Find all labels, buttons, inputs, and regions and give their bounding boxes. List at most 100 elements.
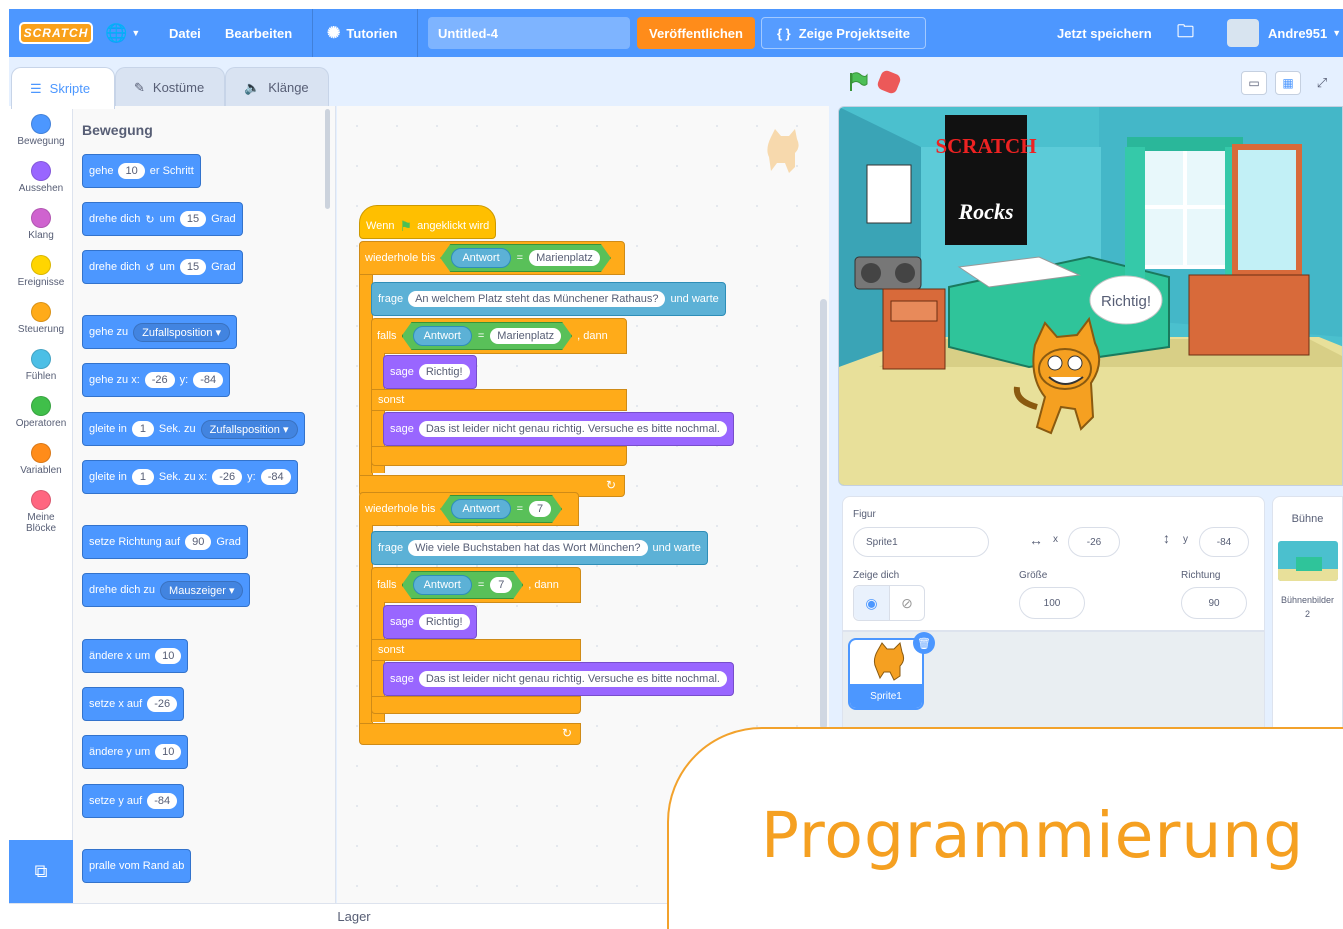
show-visible-button[interactable]: ◉ bbox=[854, 586, 889, 620]
answer-reporter[interactable]: Antwort bbox=[413, 575, 472, 595]
size-input[interactable]: 100 bbox=[1019, 587, 1085, 619]
block-input[interactable]: -26 bbox=[212, 469, 243, 485]
block-input[interactable]: An welchem Platz steht das Münchener Rat… bbox=[408, 291, 666, 307]
tab-costumes[interactable]: ✎ Kostüme bbox=[115, 67, 225, 107]
fullscreen-button[interactable]: ⤢ bbox=[1309, 71, 1335, 95]
block-input[interactable]: 10 bbox=[118, 163, 145, 179]
stage[interactable]: SCRATCH Rocks Richtig! bbox=[838, 106, 1343, 486]
block-input[interactable]: 7 bbox=[490, 577, 512, 593]
block-input[interactable]: 10 bbox=[155, 648, 182, 664]
block-dropdown[interactable]: Mauszeiger ▾ bbox=[160, 580, 244, 600]
block-move-steps[interactable]: gehe 10 er Schritt bbox=[82, 154, 201, 188]
answer-reporter[interactable]: Antwort bbox=[451, 248, 510, 268]
block-input[interactable]: Marienplatz bbox=[490, 328, 561, 344]
direction-input[interactable]: 90 bbox=[1181, 587, 1247, 619]
add-extension-button[interactable]: ⧉ bbox=[9, 840, 73, 903]
palette-scrollbar[interactable] bbox=[325, 109, 330, 209]
block-set-y[interactable]: setze y auf -84 bbox=[82, 784, 185, 818]
block-input[interactable]: Das ist leider nicht genau richtig. Vers… bbox=[418, 421, 727, 437]
block-glide-xy[interactable]: gleite in 1 Sek. zu x: -26 y: -84 bbox=[82, 460, 298, 494]
folder-icon[interactable]: 🗀 bbox=[1177, 9, 1194, 57]
block-input[interactable]: 10 bbox=[155, 744, 182, 760]
category-sound[interactable]: Klang bbox=[9, 208, 73, 241]
block-dropdown[interactable]: Zufallsposition ▾ bbox=[200, 419, 298, 439]
avatar[interactable] bbox=[1227, 19, 1259, 47]
block-input[interactable]: 7 bbox=[529, 501, 551, 517]
scratch-logo[interactable]: SCRATCH bbox=[19, 22, 93, 44]
delete-sprite-button[interactable]: 🗑 bbox=[913, 632, 935, 654]
block-bounce[interactable]: pralle vom Rand ab bbox=[82, 849, 192, 883]
block-input[interactable]: Marienplatz bbox=[529, 250, 600, 266]
answer-reporter[interactable]: Antwort bbox=[451, 499, 510, 519]
category-looks[interactable]: Aussehen bbox=[9, 161, 73, 194]
language-menu[interactable]: 🌐 ▼ bbox=[105, 9, 140, 57]
block-equals-operator[interactable]: Antwort = 7 bbox=[440, 495, 562, 523]
project-title-input[interactable]: Untitled-4 bbox=[428, 17, 630, 49]
block-input[interactable]: 90 bbox=[185, 534, 212, 550]
block-input[interactable]: Wie viele Buchstaben hat das Wort Münche… bbox=[408, 540, 648, 556]
stop-button[interactable] bbox=[875, 68, 903, 96]
see-project-page-button[interactable]: { } Zeige Projektseite bbox=[761, 17, 926, 49]
block-equals-operator[interactable]: Antwort = Marienplatz bbox=[440, 244, 611, 272]
block-set-x[interactable]: setze x auf -26 bbox=[82, 687, 185, 721]
block-input[interactable]: -26 bbox=[147, 696, 178, 712]
tutorials-button[interactable]: ✺ Tutorien bbox=[327, 9, 397, 57]
block-goto-xy[interactable]: gehe zu x: -26 y: -84 bbox=[82, 363, 231, 397]
block-say[interactable]: sage Richtig! bbox=[383, 355, 477, 389]
tab-scripts[interactable]: ☰ Skripte bbox=[11, 67, 115, 109]
block-turn-left[interactable]: drehe dich ↺ um 15 Grad bbox=[82, 250, 243, 284]
y-input[interactable]: -84 bbox=[1199, 527, 1249, 557]
small-stage-button[interactable]: ▭ bbox=[1241, 71, 1267, 95]
category-motion[interactable]: Bewegung bbox=[9, 114, 73, 147]
block-point-towards[interactable]: drehe dich zu Mauszeiger ▾ bbox=[82, 573, 251, 607]
answer-reporter[interactable]: Antwort bbox=[413, 326, 472, 346]
block-input[interactable]: 15 bbox=[179, 211, 207, 227]
sprite-tile[interactable]: Sprite1 bbox=[848, 638, 924, 710]
block-input[interactable]: -26 bbox=[144, 372, 175, 388]
backpack-bar[interactable]: Lager bbox=[9, 903, 699, 929]
block-equals-operator[interactable]: Antwort = 7 bbox=[402, 571, 524, 599]
block-input[interactable]: 1 bbox=[131, 421, 154, 437]
block-input[interactable]: -84 bbox=[147, 793, 178, 809]
x-input[interactable]: -26 bbox=[1068, 527, 1120, 557]
block-goto[interactable]: gehe zu Zufallsposition ▾ bbox=[82, 315, 238, 349]
block-input[interactable]: 15 bbox=[179, 259, 207, 275]
large-stage-button[interactable]: ▦ bbox=[1275, 71, 1301, 95]
category-variables[interactable]: Variablen bbox=[9, 443, 73, 476]
file-menu[interactable]: Datei bbox=[169, 9, 201, 57]
sprite-name-input[interactable]: Sprite1 bbox=[853, 527, 989, 557]
category-operators[interactable]: Operatoren bbox=[9, 396, 73, 429]
block-change-y[interactable]: ändere y um 10 bbox=[82, 735, 189, 769]
block-glide[interactable]: gleite in 1 Sek. zu Zufallsposition ▾ bbox=[82, 412, 305, 446]
account-menu[interactable]: Andre951 ▼ bbox=[1268, 9, 1341, 57]
tab-sounds[interactable]: 🔈 Klänge bbox=[225, 67, 329, 107]
category-events[interactable]: Ereignisse bbox=[9, 255, 73, 288]
script-area-scrollbar[interactable] bbox=[820, 299, 827, 729]
block-dropdown[interactable]: Zufallsposition ▾ bbox=[133, 322, 231, 342]
block-input[interactable]: Richtig! bbox=[418, 364, 470, 380]
category-my-blocks[interactable]: Meine Blöcke bbox=[9, 490, 73, 534]
block-ask[interactable]: frage An welchem Platz steht das München… bbox=[371, 282, 726, 316]
block-turn-right[interactable]: drehe dich ↻ um 15 Grad bbox=[82, 202, 243, 236]
block-ask[interactable]: frage Wie viele Buchstaben hat das Wort … bbox=[371, 531, 708, 565]
category-sensing[interactable]: Fühlen bbox=[9, 349, 73, 382]
block-say[interactable]: sage Das ist leider nicht genau richtig.… bbox=[383, 662, 734, 696]
block-say[interactable]: sage Das ist leider nicht genau richtig.… bbox=[383, 412, 734, 446]
stage-selector[interactable]: Bühne Bühnenbilder 2 bbox=[1272, 496, 1343, 741]
edit-menu[interactable]: Bearbeiten bbox=[225, 9, 292, 57]
share-button[interactable]: Veröffentlichen bbox=[637, 17, 755, 49]
block-input[interactable]: Richtig! bbox=[418, 614, 470, 630]
block-change-x[interactable]: ändere x um 10 bbox=[82, 639, 189, 673]
block-point-direction[interactable]: setze Richtung auf 90 Grad bbox=[82, 525, 248, 559]
block-input[interactable]: -84 bbox=[193, 372, 224, 388]
block-input[interactable]: -84 bbox=[260, 469, 291, 485]
green-flag-button[interactable] bbox=[847, 71, 869, 93]
show-hidden-button[interactable]: ⊘ bbox=[888, 586, 924, 620]
block-equals-operator[interactable]: Antwort = Marienplatz bbox=[402, 322, 573, 350]
block-input[interactable]: 1 bbox=[131, 469, 154, 485]
block-say[interactable]: sage Richtig! bbox=[383, 605, 477, 639]
save-now-button[interactable]: Jetzt speichern bbox=[1057, 9, 1152, 57]
category-control[interactable]: Steuerung bbox=[9, 302, 73, 335]
block-when-flag-clicked[interactable]: Wenn ⚑ angeklickt wird bbox=[359, 205, 497, 239]
block-input[interactable]: Das ist leider nicht genau richtig. Vers… bbox=[418, 671, 727, 687]
